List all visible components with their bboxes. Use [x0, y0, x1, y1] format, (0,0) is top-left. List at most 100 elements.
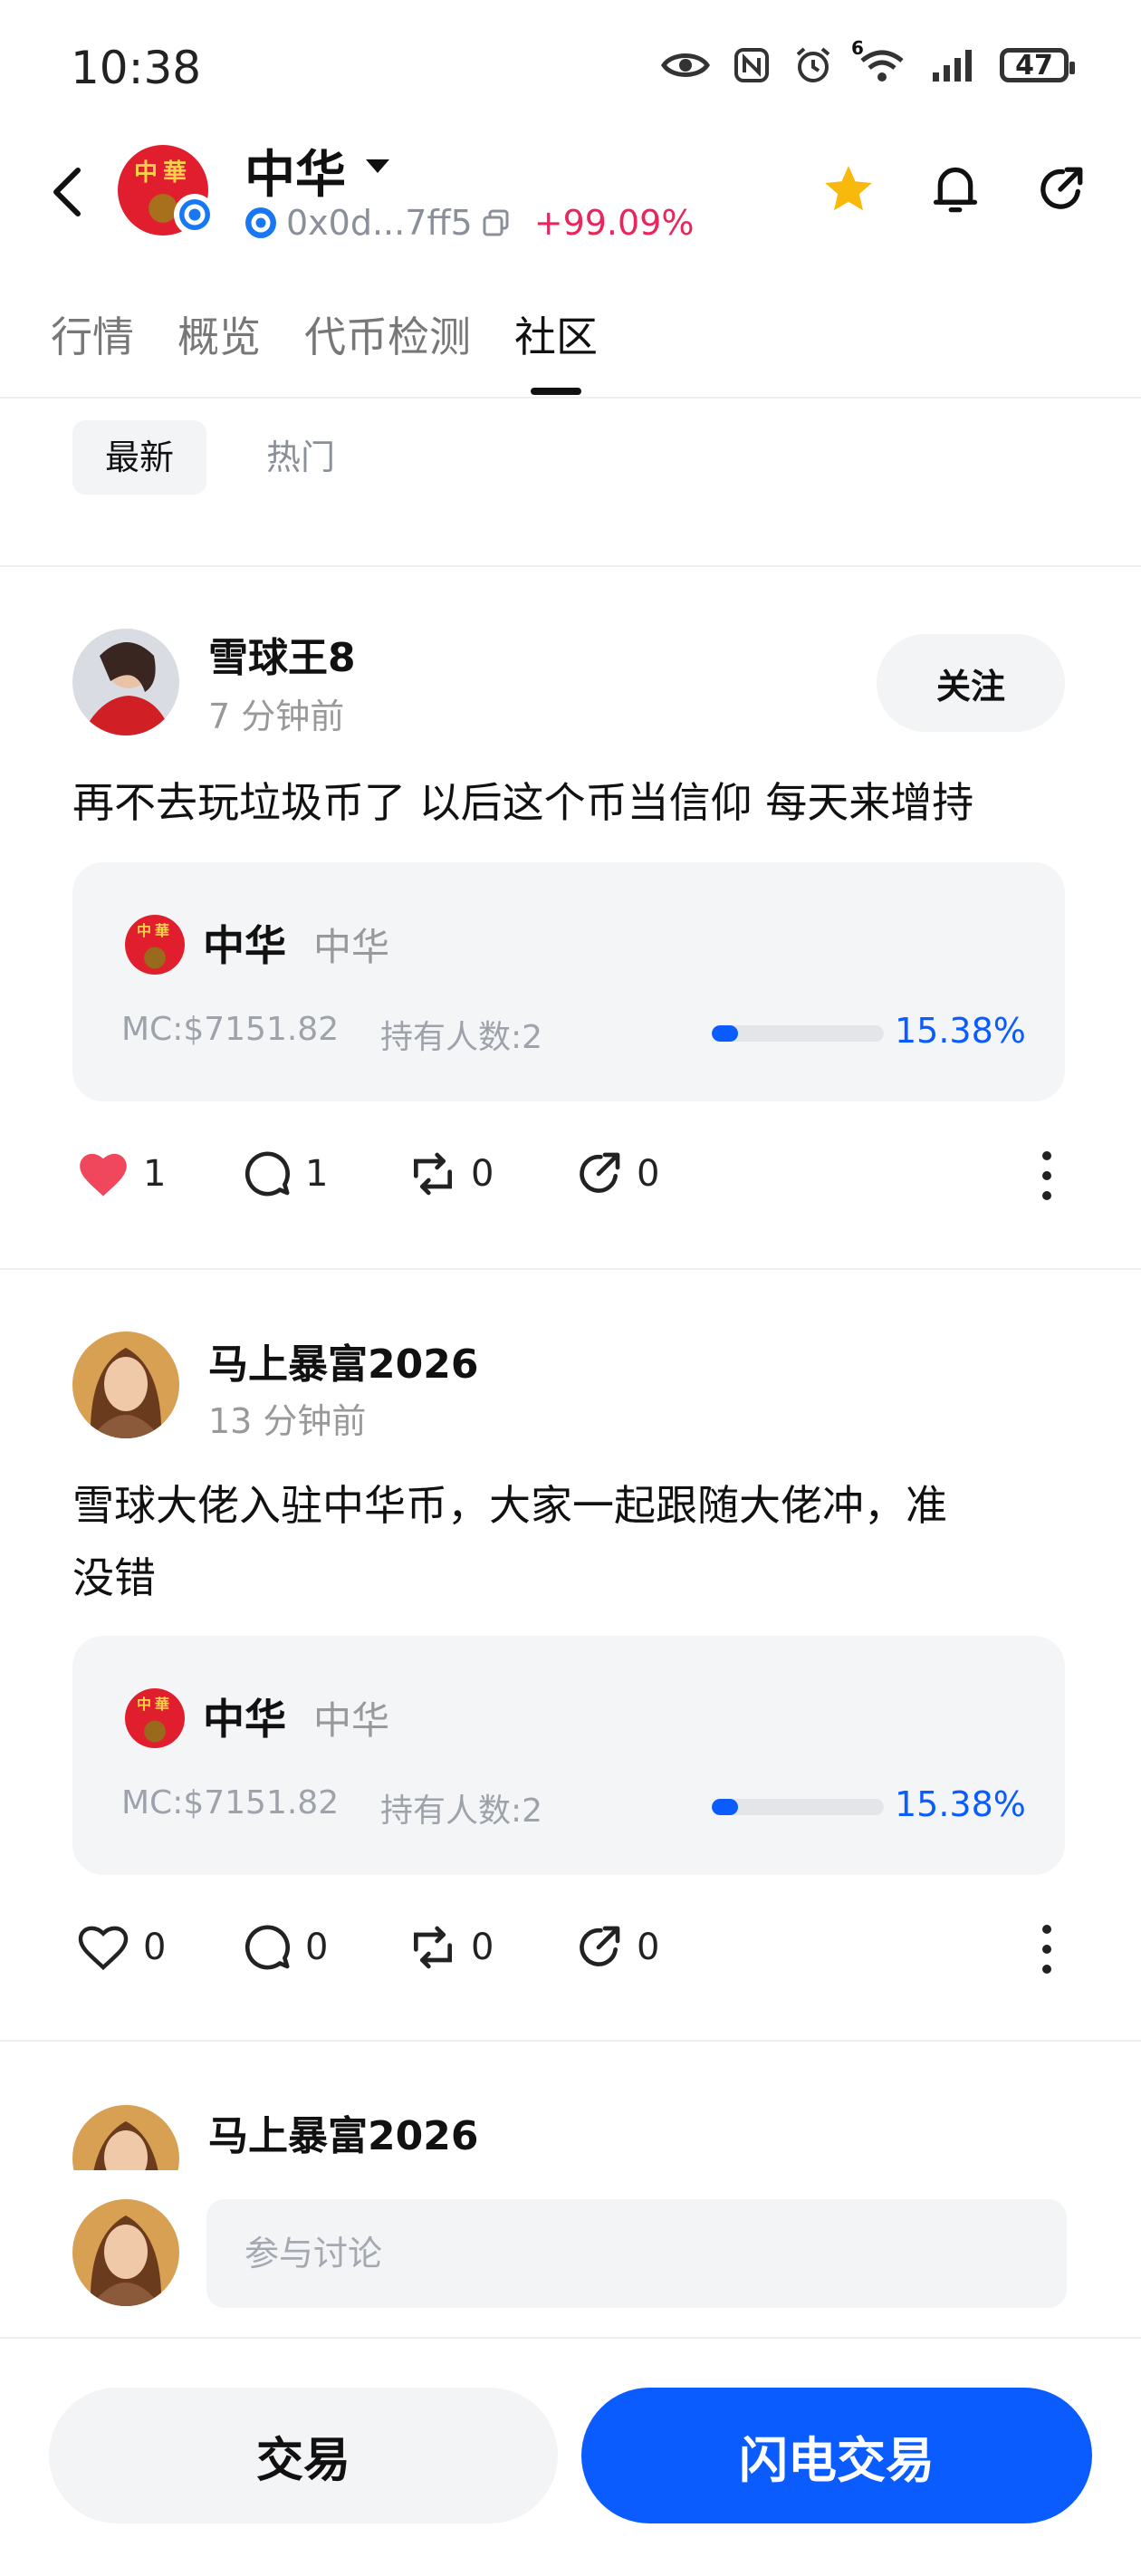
card-progress-bar [712, 1799, 884, 1815]
bottom-divider [0, 2337, 1141, 2339]
post: 马上暴富2026 [0, 2083, 1141, 2170]
repost-button[interactable]: 0 [408, 1149, 573, 1199]
token-address: 0x0d...7ff5 [286, 203, 473, 243]
repost-button[interactable]: 0 [408, 1922, 573, 1973]
tab-community[interactable]: 社区 [514, 304, 598, 395]
follow-button[interactable]: 关注 [877, 634, 1065, 732]
share-icon [580, 1152, 620, 1193]
share-icon [580, 1926, 620, 1966]
share-count: 0 [637, 1153, 660, 1195]
avatar[interactable] [72, 2105, 179, 2170]
more-icon[interactable] [1040, 1150, 1054, 1201]
card-progress-fill [712, 1799, 739, 1815]
back-icon[interactable] [51, 167, 83, 217]
status-time: 10:38 [71, 42, 202, 94]
post-username[interactable]: 马上暴富2026 [208, 1331, 478, 1389]
token-name[interactable]: 中华 [244, 134, 346, 207]
card-token-avatar: 中華 [125, 915, 185, 975]
current-user-avatar [72, 2199, 179, 2306]
comment-count: 1 [305, 1153, 329, 1195]
battery-level: 47 [1015, 49, 1053, 82]
filter-hot[interactable]: 热门 [234, 420, 368, 495]
filter-divider [0, 565, 1141, 567]
card-avatar-text: 中華 [136, 1696, 173, 1713]
filter-row: 最新 热门 [72, 420, 368, 495]
wifi-badge: 6 [851, 37, 864, 59]
avatar[interactable] [72, 1331, 179, 1438]
card-token-symbol: 中华 [313, 925, 390, 969]
card-token-name: 中华 [203, 921, 286, 970]
card-holders: 持有人数:2 [380, 1019, 543, 1056]
trade-button[interactable]: 交易 [49, 2388, 558, 2523]
post-text: 再不去玩垃圾币了 以后这个币当信仰 每天来增持 [72, 778, 974, 827]
comment-button[interactable]: 1 [242, 1149, 408, 1199]
post-divider [0, 2040, 1141, 2042]
token-card[interactable]: 中華 中华 中华 MC:$7151.82 持有人数:2 15.38% [72, 1636, 1065, 1875]
tab-indicator [531, 388, 581, 395]
heart-icon [78, 1926, 129, 1971]
post-text-line: 没错 [72, 1553, 156, 1602]
avatar[interactable] [72, 629, 179, 735]
repost-icon [414, 1152, 452, 1196]
like-count: 0 [143, 1927, 167, 1968]
like-count: 1 [143, 1153, 167, 1195]
chain-icon [245, 207, 276, 238]
post-time: 13 分钟前 [208, 1401, 367, 1441]
star-icon[interactable] [820, 161, 877, 217]
share-count: 0 [637, 1927, 660, 1968]
card-token-name: 中华 [203, 1695, 286, 1744]
post-divider [0, 1268, 1141, 1270]
share-button[interactable]: 0 [573, 1149, 739, 1199]
token-avatar-text: 中華 [133, 159, 192, 187]
post-username[interactable]: 马上暴富2026 [208, 2103, 478, 2161]
heart-filled-icon [80, 1153, 127, 1197]
share-button[interactable]: 0 [573, 1922, 739, 1973]
eye-icon [661, 53, 710, 77]
post-actions: 0 0 0 0 [76, 1922, 739, 1973]
share-icon[interactable] [1034, 163, 1087, 216]
comment-icon [244, 1151, 290, 1197]
header-actions [820, 161, 1087, 217]
signal-icon [933, 50, 972, 82]
token-card[interactable]: 中華 中华 中华 MC:$7151.82 持有人数:2 15.38% [72, 862, 1065, 1101]
copy-icon[interactable] [482, 208, 511, 237]
address-row: 0x0d...7ff5 +99.09% [244, 203, 694, 243]
tabs-divider [0, 397, 1141, 399]
card-progress-text: 15.38% [895, 1784, 1026, 1824]
card-progress-text: 15.38% [895, 1011, 1026, 1051]
card-token-avatar: 中華 [125, 1688, 185, 1748]
tab-market[interactable]: 行情 [51, 304, 134, 364]
repost-count: 0 [471, 1153, 494, 1195]
chain-badge-icon [174, 194, 216, 235]
card-token-symbol: 中华 [313, 1698, 390, 1743]
like-button[interactable]: 1 [76, 1149, 242, 1198]
tab-bar: 行情 概览 代币检测 社区 [51, 304, 598, 395]
nfc-icon [734, 48, 769, 82]
flash-trade-button[interactable]: 闪电交易 [581, 2388, 1092, 2523]
bell-icon[interactable] [929, 161, 982, 217]
alarm-icon [796, 47, 830, 82]
price-change: +99.09% [533, 203, 695, 243]
repost-icon [414, 1926, 452, 1969]
comment-button[interactable]: 0 [242, 1922, 408, 1973]
card-progress-fill [712, 1025, 739, 1042]
card-avatar-text: 中華 [136, 922, 173, 939]
more-icon[interactable] [1040, 1924, 1054, 1975]
status-icons: 6 47 [661, 37, 1075, 85]
post-username[interactable]: 雪球王8 [208, 625, 356, 683]
wifi-icon: 6 [851, 37, 907, 84]
comment-input[interactable] [206, 2199, 1067, 2308]
post-actions: 1 1 0 0 [76, 1149, 739, 1199]
tab-token-check[interactable]: 代币检测 [304, 304, 471, 364]
card-holders: 持有人数:2 [380, 1793, 543, 1830]
comment-icon [244, 1925, 290, 1970]
card-market-cap: MC:$7151.82 [121, 1784, 340, 1821]
token-dropdown-icon[interactable] [366, 159, 389, 173]
like-button[interactable]: 0 [76, 1923, 242, 1972]
filter-latest[interactable]: 最新 [72, 420, 207, 495]
comment-count: 0 [305, 1927, 329, 1968]
tab-overview[interactable]: 概览 [177, 304, 261, 364]
post-text: 雪球大佬入驻中华币，大家一起跟随大佬冲，准 没错 [72, 1469, 1069, 1614]
card-market-cap: MC:$7151.82 [121, 1011, 340, 1048]
post-text-line: 雪球大佬入驻中华币，大家一起跟随大佬冲，准 [72, 1481, 947, 1530]
